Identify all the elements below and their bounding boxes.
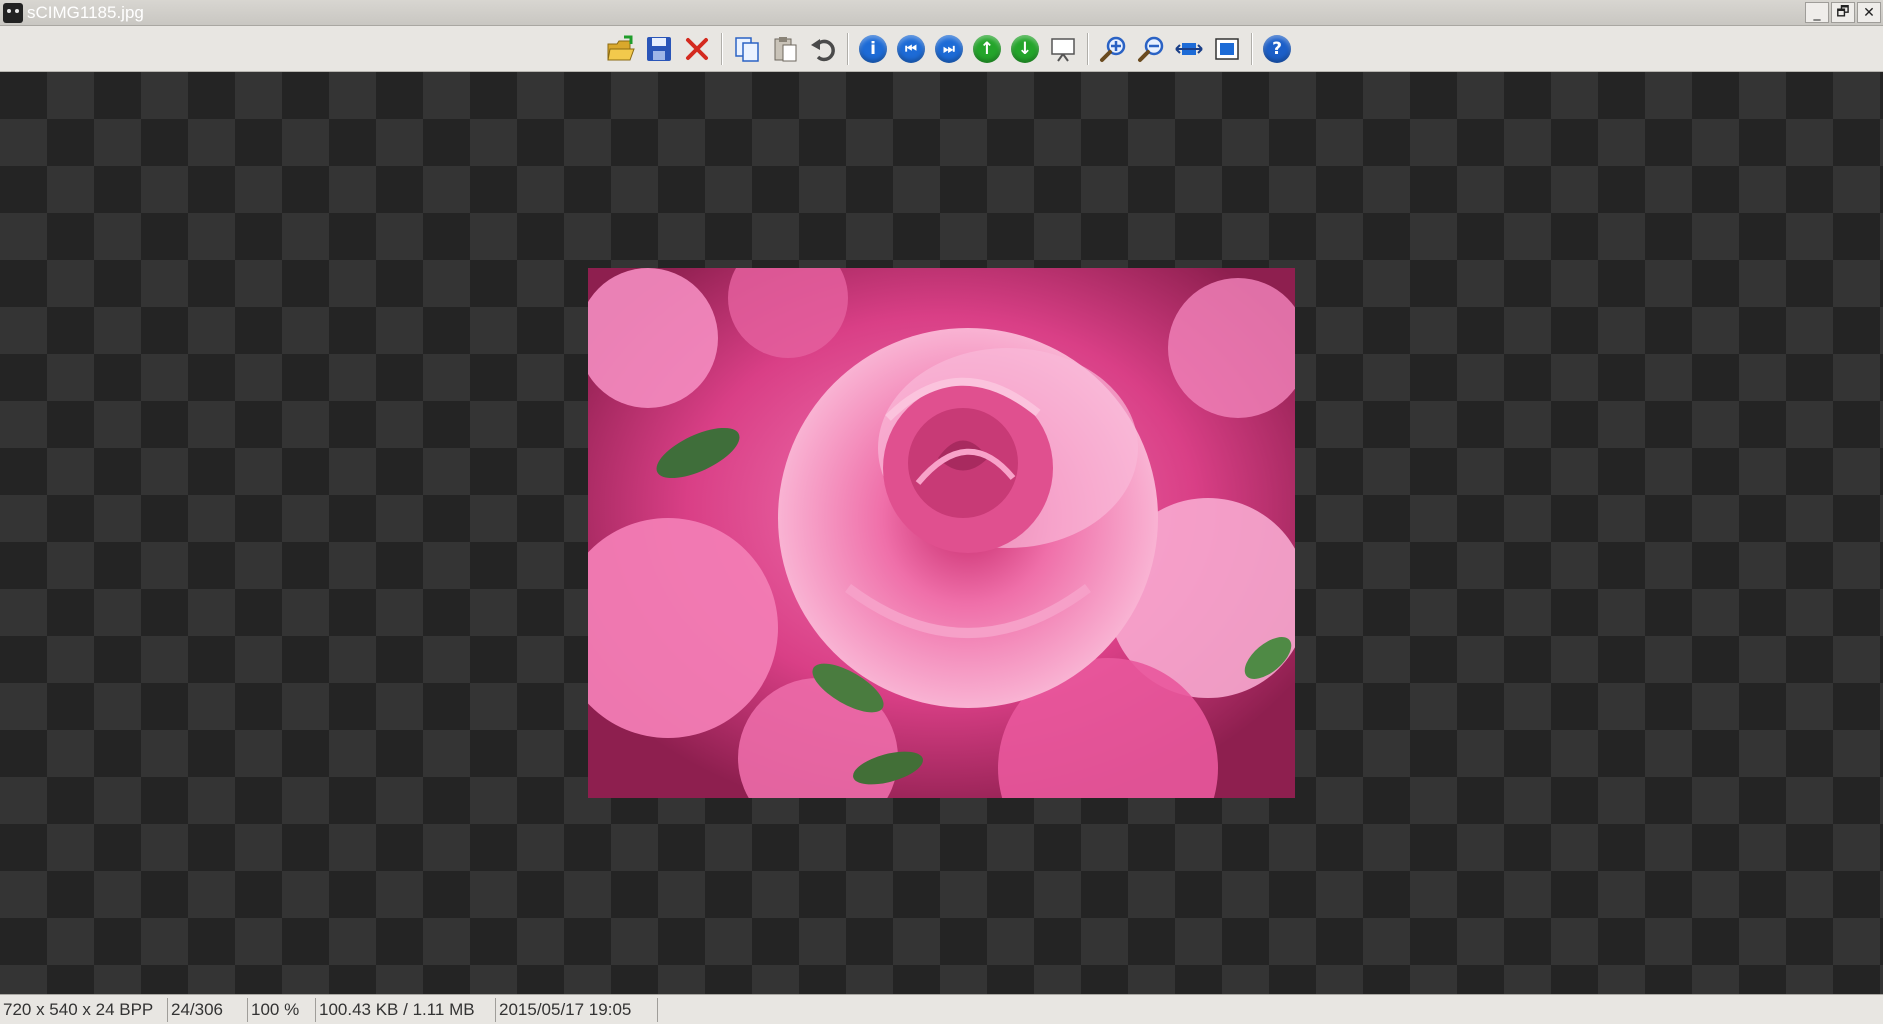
info-button[interactable]: i — [854, 32, 892, 66]
move-down-button[interactable]: ↓ — [1006, 32, 1044, 66]
minimize-button[interactable]: _ — [1805, 2, 1829, 23]
delete-icon — [686, 38, 708, 60]
status-empty-pane — [658, 998, 1883, 1022]
restore-button[interactable]: 🗗 — [1831, 2, 1855, 23]
previous-image-icon: ⏮ — [897, 35, 925, 63]
help-icon: ? — [1263, 35, 1291, 63]
previous-image-button[interactable]: ⏮ — [892, 32, 930, 66]
toolbar: i ⏮ ⏭ ↑ ↓ ? — [0, 26, 1883, 72]
open-button[interactable] — [602, 32, 640, 66]
slideshow-button[interactable] — [1044, 32, 1082, 66]
toolbar-separator — [1251, 33, 1253, 65]
help-button[interactable]: ? — [1258, 32, 1296, 66]
toolbar-separator — [847, 33, 849, 65]
next-image-icon: ⏭ — [935, 35, 963, 63]
zoom-out-button[interactable] — [1132, 32, 1170, 66]
slideshow-icon — [1051, 38, 1075, 62]
rose-photo — [588, 268, 1295, 798]
image-viewport[interactable] — [0, 72, 1883, 994]
info-icon: i — [859, 35, 887, 63]
fit-width-icon — [1175, 43, 1203, 55]
delete-button[interactable] — [678, 32, 716, 66]
fit-window-button[interactable] — [1208, 32, 1246, 66]
window-title: sCIMG1185.jpg — [27, 3, 144, 22]
save-button[interactable] — [640, 32, 678, 66]
save-icon — [647, 37, 671, 61]
status-file-size: 100.43 KB / 1.11 MB — [316, 997, 496, 1022]
undo-icon — [811, 39, 835, 62]
status-image-dimensions: 720 x 540 x 24 BPP — [0, 997, 168, 1022]
next-image-button[interactable]: ⏭ — [930, 32, 968, 66]
fit-window-icon — [1215, 38, 1239, 60]
fit-width-button[interactable] — [1170, 32, 1208, 66]
toolbar-separator — [721, 33, 723, 65]
status-zoom-level: 100 % — [248, 997, 316, 1022]
move-up-button[interactable]: ↑ — [968, 32, 1006, 66]
copy-icon — [735, 37, 759, 62]
undo-button[interactable] — [804, 32, 842, 66]
toolbar-separator — [1087, 33, 1089, 65]
copy-button[interactable] — [728, 32, 766, 66]
down-arrow-icon: ↓ — [1011, 35, 1039, 63]
toolbar-buttons: i ⏮ ⏭ ↑ ↓ ? — [602, 32, 1296, 66]
open-folder-icon — [607, 35, 635, 61]
status-file-date: 2015/05/17 19:05 — [496, 997, 658, 1022]
status-bar: 720 x 540 x 24 BPP 24/306 100 % 100.43 K… — [0, 994, 1883, 1024]
window-controls: _ 🗗 ✕ — [1805, 2, 1881, 23]
title-bar: sCIMG1185.jpg _ 🗗 ✕ — [0, 0, 1883, 26]
paste-icon — [774, 37, 797, 62]
displayed-image — [588, 268, 1295, 798]
close-button[interactable]: ✕ — [1857, 2, 1881, 23]
cat-app-icon[interactable] — [3, 3, 23, 23]
zoom-in-icon — [1100, 36, 1126, 62]
paste-button[interactable] — [766, 32, 804, 66]
status-image-index: 24/306 — [168, 997, 248, 1022]
zoom-out-icon — [1138, 36, 1164, 62]
up-arrow-icon: ↑ — [973, 35, 1001, 63]
zoom-in-button[interactable] — [1094, 32, 1132, 66]
